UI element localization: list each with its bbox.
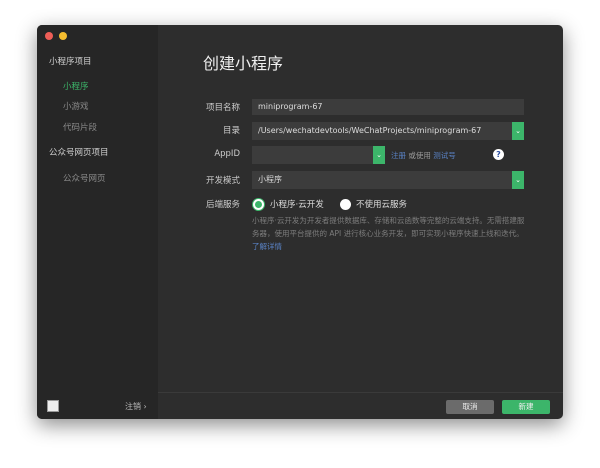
directory-label: 目录 [222,126,240,136]
appid-hint: 注册 或使用 测试号 [391,150,456,161]
or-use-text: 或使用 [408,151,431,160]
cloud-dev-option-label[interactable]: 小程序·云开发 [270,198,324,210]
help-icon[interactable]: ? [493,149,504,160]
main-panel: 创建小程序 项目名称 miniprogram-67 目录 /Users/wech… [158,25,563,419]
sidebar-item-code-snippet[interactable]: 代码片段 [63,121,97,133]
dev-mode-value: 小程序 [258,175,282,184]
directory-input[interactable]: /Users/wechatdevtools/WeChatProjects/min… [252,122,524,140]
no-cloud-option-label[interactable]: 不使用云服务 [356,198,407,210]
test-account-link[interactable]: 测试号 [433,151,456,160]
chevron-down-icon[interactable]: ⌄ [512,171,524,189]
radio-cloud-dev[interactable] [253,199,264,210]
project-name-label: 项目名称 [205,103,240,113]
backend-description: 小程序·云开发为开发者提供数据库、存储和云函数等完整的云端支持。无需搭建服务器，… [252,214,527,253]
cancel-button[interactable]: 取消 [446,400,494,414]
close-window-button[interactable] [45,32,53,40]
sidebar: 小程序项目 小程序 小游戏 代码片段 公众号网页项目 公众号网页 注销 › [37,25,158,419]
appid-input[interactable]: ⌄ [252,146,385,164]
sidebar-item-miniprogram[interactable]: 小程序 [63,80,89,92]
create-button[interactable]: 新建 [502,400,550,414]
description-text: 小程序·云开发为开发者提供数据库、存储和云函数等完整的云端支持。无需搭建服务器，… [252,216,525,238]
directory-value: /Users/wechatdevtools/WeChatProjects/min… [258,126,482,135]
sidebar-item-minigame[interactable]: 小游戏 [63,100,89,112]
project-name-input[interactable]: miniprogram-67 [252,99,524,115]
chevron-down-icon[interactable]: ⌄ [373,146,385,164]
appid-label: AppID [214,149,240,159]
footer: 取消 新建 [158,392,563,419]
create-project-window: 小程序项目 小程序 小游戏 代码片段 公众号网页项目 公众号网页 注销 › 创建… [37,25,563,419]
minimize-window-button[interactable] [59,32,67,40]
chevron-down-icon[interactable]: ⌄ [512,122,524,140]
register-link[interactable]: 注册 [391,151,406,160]
avatar[interactable] [47,400,59,412]
sidebar-group-miniprogram: 小程序项目 [49,57,92,67]
sidebar-item-official-webpage[interactable]: 公众号网页 [63,172,106,184]
sidebar-group-official-account: 公众号网页项目 [49,148,109,158]
dev-mode-label: 开发模式 [205,176,240,186]
dev-mode-select[interactable]: 小程序 ⌄ [252,171,524,189]
backend-label: 后端服务 [205,200,240,210]
page-title: 创建小程序 [203,54,284,73]
logout-link[interactable]: 注销 › [125,401,147,412]
radio-no-cloud[interactable] [340,199,351,210]
learn-more-link[interactable]: 了解详情 [252,242,282,251]
